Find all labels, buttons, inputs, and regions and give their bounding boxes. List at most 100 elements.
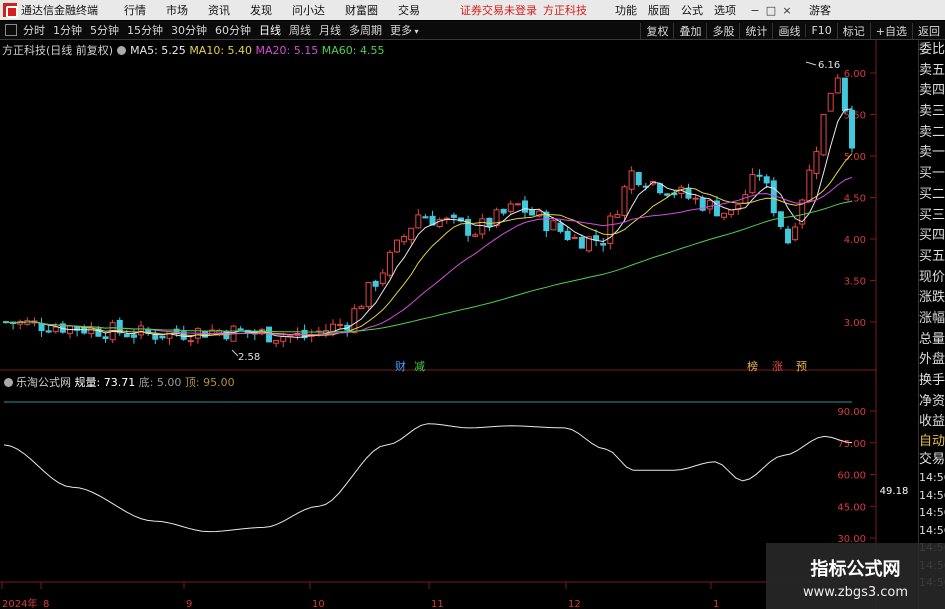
trade-time: 14:56 [919, 471, 945, 485]
price-tick-label: 3.50 [844, 277, 866, 288]
time-tick-label: 8 [43, 599, 49, 609]
candle-body [721, 212, 728, 218]
candle-body [486, 217, 493, 227]
period-more[interactable]: 更多 [390, 22, 419, 38]
period-daily[interactable]: 日线 [259, 22, 281, 38]
marker-rank[interactable]: 榜 [747, 359, 758, 373]
period-1min[interactable]: 1分钟 [53, 22, 82, 38]
period-multi[interactable]: 多周期 [349, 22, 382, 38]
candle-body [521, 200, 528, 213]
btn-stats[interactable]: 统计 [739, 22, 772, 39]
btn-f10[interactable]: F10 [805, 24, 836, 37]
indicator-settings-icon[interactable] [4, 378, 13, 387]
quote-field-label: 委比 [919, 42, 945, 57]
menu-wealth[interactable]: 财富圈 [345, 2, 378, 18]
candle-body [394, 239, 401, 253]
quote-side-panel: 委比 卖五 卖四 卖三 卖二 卖一 买一 买二 买三 买四 买五 现价 涨跌 涨幅 总量 外盘 换手 净资 收益 自… [918, 40, 945, 609]
candle-body [81, 327, 88, 334]
settings-circle-icon[interactable] [117, 46, 127, 55]
menu-news[interactable]: 资讯 [208, 2, 230, 18]
candle-body [635, 172, 642, 186]
panel-toggle-icon[interactable] [5, 24, 17, 36]
candle-body [38, 323, 45, 332]
period-5min[interactable]: 5分钟 [90, 22, 119, 38]
quote-field-label: 卖二 [919, 124, 945, 140]
period-15min[interactable]: 15分钟 [127, 22, 163, 38]
candle-body [52, 326, 59, 333]
price-tick-label: 3.00 [844, 318, 866, 329]
menu-market-quotes[interactable]: 行情 [124, 2, 146, 18]
candle-body [365, 281, 372, 308]
btn-multi-stock[interactable]: 多股 [706, 22, 739, 39]
stock-title: 方正科技(日线 前复权) [2, 44, 114, 57]
quote-field-label: 卖一 [919, 145, 945, 161]
close-icon[interactable]: × [779, 4, 795, 17]
candle-body [827, 92, 834, 112]
price-axis: 6.005.505.004.504.003.503.00 [844, 69, 876, 329]
menu-trade[interactable]: 交易 [398, 2, 420, 18]
indicator-title: 乐淘公式网 [16, 376, 71, 389]
marker-forecast[interactable]: 预 [796, 360, 807, 373]
current-stock-name: 方正科技 [543, 4, 587, 17]
indicator-line [3, 423, 853, 533]
login-status[interactable]: 证券交易未登录 [460, 2, 537, 18]
indicator-tick-label: 90.00 [837, 407, 866, 418]
app-logo-icon [3, 3, 18, 18]
trade-time: 14:56 [919, 523, 945, 537]
period-monthly[interactable]: 月线 [319, 22, 341, 38]
trade-label[interactable]: 交易 [919, 451, 945, 469]
minimize-icon[interactable]: − [747, 4, 763, 17]
time-tick-label: 9 [186, 599, 192, 609]
ma60-label: MA60: 4.55 [321, 44, 385, 57]
trade-time: 14:56 [919, 506, 945, 520]
marker-finance[interactable]: 财 [395, 359, 406, 373]
kline-chart[interactable]: 6.005.505.004.504.003.503.00 90.0075.006… [0, 40, 911, 609]
indicator-info: 乐淘公式网 规量: 73.71 底: 5.00 顶: 95.00 [4, 374, 235, 390]
menu-function[interactable]: 功能 [615, 2, 637, 18]
candle-body [408, 227, 415, 241]
ma10-line [5, 153, 853, 337]
chart-area[interactable]: 6.005.505.004.504.003.503.00 90.0075.006… [0, 40, 911, 609]
menu-discover[interactable]: 发现 [250, 2, 272, 18]
candle-body [500, 208, 507, 214]
candle-body [614, 214, 621, 218]
watermark-title: 指标公式网 [810, 559, 901, 580]
menu-market[interactable]: 市场 [166, 2, 188, 18]
candle-body [692, 197, 699, 200]
auto-label[interactable]: 自动 [919, 433, 945, 451]
menu-options[interactable]: 选项 [714, 2, 736, 18]
quote-field-label: 买四 [919, 228, 945, 244]
period-30min[interactable]: 30分钟 [171, 22, 207, 38]
btn-add-favorite[interactable]: +自选 [869, 22, 912, 39]
candle-body [386, 251, 393, 276]
marker-limit-up[interactable]: 涨 [772, 360, 783, 373]
candle-body [529, 209, 536, 216]
app-title: 通达信金融终端 [21, 4, 98, 17]
quote-field-label: 买二 [919, 186, 945, 202]
marker-reduce[interactable]: 减 [414, 360, 425, 373]
candle-body [130, 334, 137, 338]
quote-field-label: 外盘 [919, 352, 945, 368]
btn-mark[interactable]: 标记 [836, 22, 870, 39]
menu-formula[interactable]: 公式 [681, 2, 703, 18]
guest-label[interactable]: 游客 [809, 2, 831, 18]
period-60min[interactable]: 60分钟 [215, 22, 251, 38]
period-intraday[interactable]: 分时 [23, 22, 45, 38]
menu-ask[interactable]: 问小达 [292, 2, 325, 18]
indicator-high: 顶: 95.00 [184, 376, 235, 389]
quote-field-label: 买一 [919, 166, 945, 182]
period-weekly[interactable]: 周线 [289, 22, 311, 38]
indicator-tick-label: 45.00 [837, 502, 866, 513]
btn-draw[interactable]: 画线 [772, 22, 805, 39]
quote-field-label: 买三 [919, 207, 945, 223]
candle-body [578, 237, 585, 249]
candle-body [379, 272, 386, 285]
menu-layout[interactable]: 版面 [648, 2, 670, 18]
btn-back[interactable]: 返回 [912, 22, 945, 39]
btn-overlay[interactable]: 叠加 [673, 22, 706, 39]
quote-field-label: 卖三 [919, 104, 945, 120]
trade-time: 14:56 [919, 488, 945, 502]
maximize-icon[interactable]: □ [763, 4, 779, 17]
candle-body [706, 200, 713, 210]
btn-adjust[interactable]: 复权 [640, 22, 673, 39]
